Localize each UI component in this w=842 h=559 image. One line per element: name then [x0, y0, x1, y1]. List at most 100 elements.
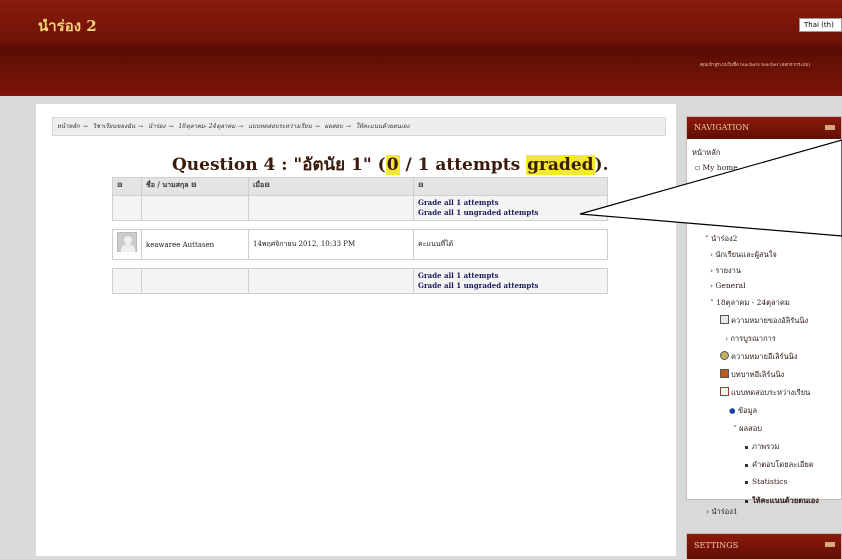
cell-empty: [112, 195, 142, 221]
breadcrumb-arrow-icon: →: [345, 123, 351, 130]
login-info[interactable]: คุณเข้าสู่ระบบในชื่อ teachers teacher (อ…: [700, 61, 810, 68]
nav-item-course[interactable]: ˅ นำร่อง2: [705, 233, 737, 245]
nav-item-label[interactable]: แบบทดสอบระหว่างเรียน: [731, 388, 810, 397]
nav-item-label[interactable]: ข้อมูล: [738, 406, 757, 415]
breadcrumb-item[interactable]: 18ตุลาคม- 24ตุลาคม: [178, 123, 235, 130]
breadcrumb-item[interactable]: หน้าหลัก: [57, 123, 80, 130]
title-prefix: Question 4 : "อัตนัย 1" (: [172, 155, 386, 175]
navigation-header: NAVIGATION: [687, 117, 841, 139]
grade-ungraded-link[interactable]: Grade all 1 ungraded attempts: [418, 281, 603, 291]
title-suffix: ).: [594, 155, 609, 175]
cell-empty: [248, 195, 414, 221]
nav-item-label[interactable]: นักเรียนและผู้สนใจ: [715, 250, 776, 259]
nav-item-week[interactable]: ˅ 18ตุลาคม - 24ตุลาคม: [710, 297, 790, 309]
nav-item-label[interactable]: นำร่อง1: [711, 507, 737, 516]
nav-item-general[interactable]: › General: [710, 281, 746, 290]
nav-item-statistics[interactable]: Statistics: [745, 477, 787, 486]
header-name-label[interactable]: ชื่อ / นามสกุล: [146, 180, 189, 189]
block-controls-icon[interactable]: [825, 542, 835, 547]
nav-item-page-1[interactable]: ความหมายของอัลิรันนิง: [720, 315, 808, 327]
nav-item-label[interactable]: คำตอบโดยละเอียด: [752, 460, 814, 469]
nav-item-label[interactable]: ภาพรวม: [752, 442, 779, 451]
grade-attempt-link[interactable]: คะแนนที่ได้: [418, 240, 453, 248]
grade-all-link[interactable]: Grade all 1 attempts: [418, 271, 603, 281]
collapse-icon[interactable]: ⊟: [117, 180, 123, 189]
page-header: นำร่อง 2 Thai (th) คุณเข้าสู่ระบบในชื่อ …: [0, 0, 842, 96]
breadcrumb-item[interactable]: นำร่อง: [148, 123, 165, 130]
collapse-icon[interactable]: ⊟: [191, 180, 197, 189]
quiz-icon: [720, 387, 729, 396]
language-select[interactable]: Thai (th): [799, 18, 842, 32]
table-spacer: [113, 260, 608, 269]
bullet-icon: [745, 499, 748, 503]
spacer-cell: [113, 260, 608, 269]
grade-all-link[interactable]: Grade all 1 attempts: [418, 198, 603, 208]
collapse-icon[interactable]: ⊟: [418, 180, 424, 189]
nav-item-label[interactable]: หน้าหลัก: [692, 148, 720, 157]
breadcrumb-item[interactable]: ผลสอบ: [325, 123, 343, 130]
nav-item-manual-grading[interactable]: ให้คะแนนด้วยตนเอง: [745, 495, 819, 507]
header-date[interactable]: เมื่อ⊟: [248, 177, 414, 196]
settings-title: SETTINGS: [694, 541, 739, 550]
cell-date: 14พฤศจิกายน 2012, 10:33 PM: [248, 229, 414, 260]
cell-avatar: [112, 229, 142, 260]
block-controls-icon[interactable]: [825, 125, 835, 130]
header-date-label[interactable]: เมื่อ: [253, 180, 264, 189]
nav-item-integration[interactable]: › การบูรณาการ: [725, 333, 776, 345]
student-name-link[interactable]: keawaree Auttasen: [146, 241, 214, 249]
nav-item-label[interactable]: บทบาทอีเลิร์นนิง: [731, 370, 784, 379]
cell-empty: [112, 268, 142, 294]
nav-item-responses[interactable]: คำตอบโดยละเอียด: [745, 459, 814, 471]
nav-item-label[interactable]: ให้คะแนนด้วยตนเอง: [752, 496, 819, 505]
nav-item-info[interactable]: ● ข้อมูล: [729, 405, 757, 417]
breadcrumb: หน้าหลัก → วิชาเรียนของฉัน → นำร่อง → 18ตุล…: [52, 117, 666, 136]
navigation-title: NAVIGATION: [694, 123, 750, 132]
nav-item-label[interactable]: General: [715, 281, 745, 290]
cell-name: keawaree Auttasen: [141, 229, 249, 260]
table-row: Grade all 1 attempts Grade all 1 ungrade…: [112, 268, 608, 294]
attempts-table: ⊟ ชื่อ / นามสกุล ⊟ เมื่อ⊟ ⊟ Grade all 1 …: [112, 177, 608, 294]
nav-item-quiz[interactable]: แบบทดสอบระหว่างเรียน: [720, 387, 810, 399]
bullet-icon: [745, 445, 748, 449]
cell-empty: [141, 195, 249, 221]
nav-item-page-2[interactable]: ความหมายอีเลิร์นนิง: [720, 351, 798, 363]
nav-item-label[interactable]: ความหมายของอัลิรันนิง: [731, 316, 808, 325]
nav-item-overview[interactable]: ภาพรวม: [745, 441, 779, 453]
nav-item-participants[interactable]: › นักเรียนและผู้สนใจ: [710, 249, 777, 261]
table-row: keawaree Auttasen 14พฤศจิกายน 2012, 10:3…: [112, 229, 608, 260]
breadcrumb-arrow-icon: →: [138, 123, 144, 130]
table-header-row: ⊟ ชื่อ / นามสกุล ⊟ เมื่อ⊟ ⊟: [112, 177, 608, 196]
lesson-icon: [720, 369, 729, 378]
nav-item-home[interactable]: หน้าหลัก: [692, 147, 720, 159]
nav-item-label[interactable]: นำร่อง2: [711, 234, 737, 243]
breadcrumb-arrow-icon: →: [82, 123, 88, 130]
nav-item-label[interactable]: รายงาน: [715, 266, 741, 275]
attempt-date: 14พฤศจิกายน 2012, 10:33 PM: [253, 240, 356, 248]
breadcrumb-item-current: ให้คะแนนด้วยตนเอง: [355, 123, 410, 130]
nav-item-label[interactable]: การบูรณาการ: [730, 334, 776, 343]
grade-ungraded-link[interactable]: Grade all 1 ungraded attempts: [418, 208, 603, 218]
title-middle: / 1 attempts: [399, 155, 527, 175]
nav-item-reports[interactable]: › รายงาน: [710, 265, 741, 277]
site-title[interactable]: นำร่อง 2: [38, 14, 97, 38]
nav-item-course-1[interactable]: › นำร่อง1: [706, 506, 738, 518]
nav-item-page-3[interactable]: บทบาทอีเลิร์นนิง: [720, 369, 784, 381]
nav-item-label[interactable]: ความหมายอีเลิร์นนิง: [731, 352, 798, 361]
avatar[interactable]: [117, 232, 137, 252]
breadcrumb-arrow-icon: →: [238, 123, 244, 130]
header-name[interactable]: ชื่อ / นามสกุล ⊟: [141, 177, 249, 196]
cell-empty: [248, 268, 414, 294]
breadcrumb-item[interactable]: วิชาเรียนของฉัน: [93, 123, 136, 130]
page-title: Question 4 : "อัตนัย 1" (0 / 1 attempts …: [172, 151, 609, 178]
nav-item-label[interactable]: Statistics: [752, 477, 787, 486]
nav-item-label[interactable]: ผลสอบ: [739, 424, 762, 433]
cell-action: คะแนนที่ได้: [413, 229, 608, 260]
bullet-icon: [745, 480, 748, 484]
nav-item-label[interactable]: 18ตุลาคม - 24ตุลาคม: [716, 298, 790, 307]
breadcrumb-item[interactable]: แบบทดสอบระหว่างเรียน: [248, 123, 311, 130]
nav-item-myhome[interactable]: ▫ My home: [695, 163, 738, 172]
collapse-icon[interactable]: ⊟: [264, 180, 270, 189]
nav-item-results[interactable]: ˅ ผลสอบ: [733, 423, 762, 435]
nav-item-label[interactable]: My home: [702, 163, 737, 172]
settings-header: SETTINGS: [687, 534, 841, 559]
